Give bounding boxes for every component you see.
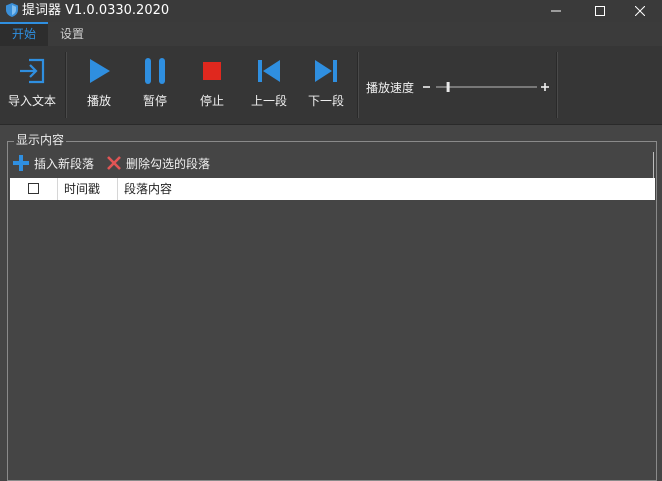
insert-paragraph-label: 插入新段落 — [34, 156, 95, 171]
next-paragraph-button[interactable]: 下一段 — [299, 46, 353, 124]
select-all-checkbox[interactable] — [28, 183, 39, 194]
import-text-button[interactable]: 导入文本 — [2, 46, 62, 124]
minimize-button[interactable] — [534, 0, 578, 22]
shield-icon — [4, 2, 20, 18]
plus-icon — [13, 155, 29, 171]
skip-previous-icon — [254, 56, 284, 89]
list-scrollbar[interactable] — [653, 152, 654, 178]
tab-start[interactable]: 开始 — [0, 22, 48, 46]
timestamp-column-header[interactable]: 时间戳 — [58, 178, 118, 200]
play-button[interactable]: 播放 — [72, 46, 126, 124]
delete-checked-paragraphs-label: 删除勾选的段落 — [126, 156, 211, 171]
previous-paragraph-button[interactable]: 上一段 — [242, 46, 296, 124]
toolbar-divider — [357, 52, 359, 118]
ribbon-toolbar: 导入文本 播放 暂停 停止 上一段 下一段 播放速度 — [0, 46, 662, 125]
maximize-button[interactable] — [578, 0, 622, 22]
slider-thumb — [446, 82, 450, 92]
play-label: 播放 — [86, 94, 111, 108]
toolbar-divider — [65, 52, 67, 118]
stop-label: 停止 — [199, 94, 224, 108]
next-paragraph-label: 下一段 — [307, 94, 344, 108]
pause-icon — [140, 56, 170, 89]
toolbar-divider — [556, 52, 558, 118]
tab-settings[interactable]: 设置 — [48, 22, 96, 46]
window-title: 提词器 V1.0.0330.2020 — [22, 3, 170, 18]
pause-label: 暂停 — [142, 94, 167, 108]
previous-paragraph-label: 上一段 — [250, 94, 287, 108]
import-icon — [17, 56, 47, 89]
select-all-column — [10, 178, 58, 200]
title-bar: 提词器 V1.0.0330.2020 — [0, 0, 662, 22]
maximize-icon — [595, 6, 605, 16]
delete-x-icon — [107, 156, 121, 170]
insert-paragraph-button[interactable]: 插入新段落 — [12, 154, 94, 172]
skip-next-icon — [311, 56, 341, 89]
play-icon — [84, 56, 114, 89]
paragraph-table-header: 时间戳 段落内容 — [10, 178, 655, 200]
delete-checked-paragraphs-button[interactable]: 删除勾选的段落 — [106, 154, 210, 172]
close-button[interactable] — [618, 0, 662, 22]
paragraph-content-column-header[interactable]: 段落内容 — [118, 178, 655, 200]
pause-button[interactable]: 暂停 — [128, 46, 182, 124]
display-content-legend: 显示内容 — [14, 132, 67, 148]
playback-speed-label: 播放速度 — [366, 81, 415, 95]
playback-speed-slider[interactable] — [423, 80, 553, 94]
import-text-label: 导入文本 — [7, 94, 56, 108]
minimize-icon — [551, 6, 561, 16]
stop-icon — [197, 56, 227, 89]
close-icon — [635, 6, 645, 16]
ribbon-tab-bar: 开始 设置 — [0, 22, 662, 46]
stop-button[interactable]: 停止 — [185, 46, 239, 124]
